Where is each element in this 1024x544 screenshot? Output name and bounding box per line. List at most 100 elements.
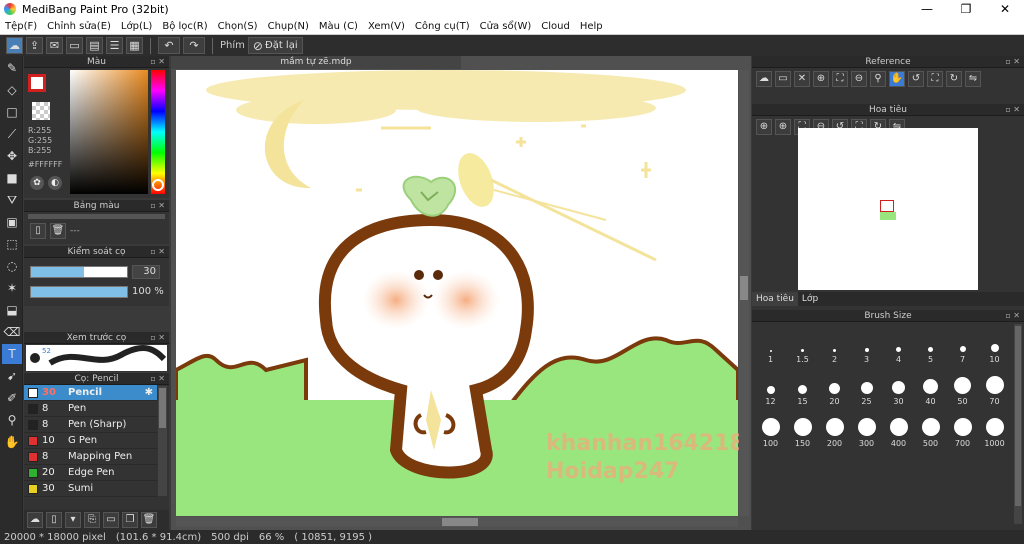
scroll-thumb[interactable] (1015, 326, 1021, 506)
close-reference-icon[interactable]: ✕ (794, 71, 810, 87)
canvas-vertical-scrollbar[interactable] (739, 70, 749, 516)
menu-view[interactable]: Xem(V) (363, 21, 410, 32)
brush-size-option[interactable]: 20 (819, 366, 850, 406)
saturation-value-picker[interactable] (70, 70, 148, 194)
hue-slider[interactable] (151, 70, 165, 194)
brush-size-option[interactable]: 500 (915, 408, 946, 448)
copy-brush-icon[interactable]: ⎘ (84, 512, 100, 528)
menu-help[interactable]: Help (575, 21, 608, 32)
fit-icon[interactable]: ⛶ (832, 71, 848, 87)
scroll-thumb[interactable] (740, 276, 748, 300)
comment-icon[interactable]: ✉ (46, 37, 63, 54)
navigator-preview[interactable] (798, 128, 978, 290)
list-icon[interactable]: ☰ (106, 37, 123, 54)
select-pen-tool-icon[interactable]: ⬓ (2, 300, 22, 320)
lasso-tool-icon[interactable]: ◌ (2, 256, 22, 276)
brush-size-option[interactable]: 400 (883, 408, 914, 448)
palette-wheel-icon[interactable]: ✿ (30, 176, 44, 190)
operation-tool-icon[interactable]: ➹ (2, 366, 22, 386)
scroll-thumb[interactable] (159, 388, 166, 428)
minimize-button[interactable]: — (908, 0, 946, 18)
cloud-icon[interactable]: ☁ (6, 37, 23, 54)
eraser-tool-icon[interactable]: ◇ (2, 80, 22, 100)
scroll-thumb[interactable] (442, 518, 478, 526)
bucket-tool-icon[interactable]: ⛛ (2, 190, 22, 210)
eyedropper-icon[interactable]: ⚲ (870, 71, 886, 87)
open-folder-icon[interactable]: ▭ (775, 71, 791, 87)
brush-size-option[interactable]: 150 (787, 408, 818, 448)
brush-size-option[interactable]: 70 (979, 366, 1010, 406)
brush-menu-icon[interactable]: ▾ (65, 512, 81, 528)
select-eraser-tool-icon[interactable]: ⌫ (2, 322, 22, 342)
panel-options-icon[interactable]: ▫ ✕ (150, 373, 165, 385)
cloud-brush-icon[interactable]: ☁ (27, 512, 43, 528)
panel-options-icon[interactable]: ▫ ✕ (1005, 310, 1020, 322)
reset-button[interactable]: ⊘ Đặt lại (247, 37, 303, 54)
drawing-canvas[interactable]: khanhan164218 Hoidap247 (174, 70, 745, 518)
brush-size-slider[interactable] (30, 266, 128, 278)
brush-size-option[interactable]: 1 (755, 324, 786, 364)
duplicate-icon[interactable]: ❐ (122, 512, 138, 528)
foreground-color-swatch[interactable] (28, 74, 46, 92)
brush-size-option[interactable]: 12 (755, 366, 786, 406)
cloud-upload-icon[interactable]: ☁ (756, 71, 772, 87)
delete-brush-icon[interactable]: 🗑 (141, 512, 157, 528)
fill-shape-tool-icon[interactable]: ■ (2, 168, 22, 188)
document-tab[interactable]: mầm tự zẽ.mdp (171, 56, 461, 69)
brush-tool-icon[interactable]: ✎ (2, 58, 22, 78)
menu-capture[interactable]: Chụp(N) (263, 21, 314, 32)
brush-size-option[interactable]: 100 (755, 408, 786, 448)
select-tool-icon[interactable]: ⬚ (2, 234, 22, 254)
undo-icon[interactable]: ↶ (158, 37, 180, 54)
menu-window[interactable]: Cửa sổ(W) (475, 21, 537, 32)
brush-item[interactable]: 8 Pen (24, 401, 157, 417)
zoom-in-icon[interactable]: ⊕ (813, 71, 829, 87)
brush-size-scrollbar[interactable] (1014, 324, 1022, 524)
eyedropper-tool-icon[interactable]: ⚲ (2, 410, 22, 430)
grid-icon[interactable]: ▦ (126, 37, 143, 54)
palette-scroll[interactable] (28, 214, 165, 219)
menu-edit[interactable]: Chỉnh sửa(E) (42, 21, 116, 32)
rotate-left-icon[interactable]: ↺ (908, 71, 924, 87)
brush-size-option[interactable]: 1.5 (787, 324, 818, 364)
menu-file[interactable]: Tệp(F) (0, 21, 42, 32)
add-brush-icon[interactable]: ▯ (46, 512, 62, 528)
brush-item[interactable]: 8 Pen (Sharp) (24, 417, 157, 433)
tab-navigator[interactable]: Hoa tiêu (752, 292, 798, 306)
redo-icon[interactable]: ↷ (183, 37, 205, 54)
brush-size-option[interactable]: 3 (851, 324, 882, 364)
viewport-indicator[interactable] (880, 200, 894, 212)
zoom-out-icon[interactable]: ⊖ (851, 71, 867, 87)
document-icon[interactable]: ▤ (86, 37, 103, 54)
brush-opacity-slider[interactable] (30, 286, 128, 298)
brush-size-option[interactable]: 300 (851, 408, 882, 448)
menu-color[interactable]: Màu (C) (314, 21, 363, 32)
canvas-horizontal-scrollbar[interactable] (176, 517, 738, 527)
brush-size-option[interactable]: 200 (819, 408, 850, 448)
brush-size-option[interactable]: 4 (883, 324, 914, 364)
brush-item[interactable]: 30 Pencil ✱ (24, 385, 157, 401)
hue-handle[interactable] (152, 179, 164, 191)
panel-options-icon[interactable]: ▫ ✕ (150, 200, 165, 212)
rotate-right-icon[interactable]: ↻ (946, 71, 962, 87)
export-icon[interactable]: ⇪ (26, 37, 43, 54)
maximize-button[interactable]: ❐ (947, 0, 985, 18)
brush-size-option[interactable]: 10 (979, 324, 1010, 364)
delete-palette-icon[interactable]: 🗑 (50, 223, 66, 239)
close-button[interactable]: ✕ (986, 0, 1024, 18)
brush-size-option[interactable]: 25 (851, 366, 882, 406)
folder-icon[interactable]: ▭ (103, 512, 119, 528)
panel-options-icon[interactable]: ▫ ✕ (150, 56, 165, 68)
chat-icon[interactable]: ▭ (66, 37, 83, 54)
panel-options-icon[interactable]: ▫ ✕ (150, 332, 165, 344)
panel-options-icon[interactable]: ▫ ✕ (1005, 104, 1020, 116)
menu-filter[interactable]: Bộ lọc(R) (157, 21, 212, 32)
menu-tools[interactable]: Công cụ(T) (410, 21, 475, 32)
brush-item[interactable]: 10 G Pen (24, 433, 157, 449)
text-tool-icon[interactable]: T (2, 344, 22, 364)
brush-settings-icon[interactable]: ✱ (145, 387, 153, 398)
brush-list-scrollbar[interactable] (158, 386, 167, 496)
brush-size-option[interactable]: 15 (787, 366, 818, 406)
menu-select[interactable]: Chọn(S) (213, 21, 263, 32)
brush-size-option[interactable]: 700 (947, 408, 978, 448)
